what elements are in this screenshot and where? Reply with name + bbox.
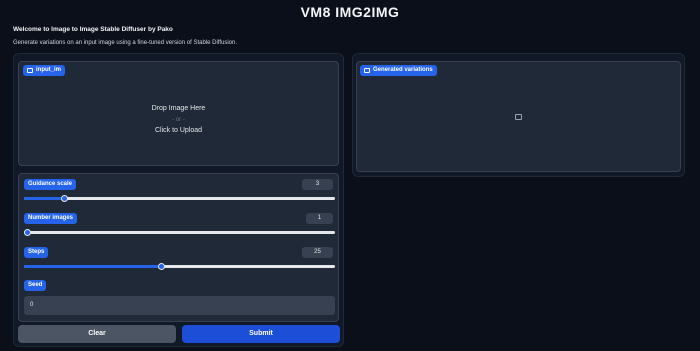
controls-box: Guidance scale 3 Number images 1 Steps 2… [18, 173, 339, 322]
number-images-value[interactable]: 1 [306, 213, 333, 224]
guidance-scale-value[interactable]: 3 [302, 179, 333, 190]
number-images-slider-thumb[interactable] [24, 229, 31, 236]
steps-slider-thumb[interactable] [157, 263, 165, 270]
guidance-scale-slider[interactable] [24, 195, 335, 202]
gallery-icon [364, 68, 370, 73]
number-images-label: Number images [24, 213, 78, 224]
image-icon [27, 68, 33, 73]
input-panel: input_im Drop Image Here - or - Click to… [13, 53, 344, 347]
output-gallery: Generated variations [356, 61, 681, 172]
image-placeholder-icon [515, 114, 522, 120]
generated-variations-label-text: Generated variations [373, 67, 433, 73]
guidance-scale-slider-fill [24, 197, 65, 200]
seed-label: Seed [24, 280, 47, 291]
guidance-scale-label: Guidance scale [24, 179, 77, 190]
guidance-scale-slider-thumb[interactable] [61, 195, 69, 202]
click-to-upload-text: Click to Upload [154, 127, 203, 134]
submit-button[interactable]: Submit [182, 325, 340, 343]
drop-image-text: Drop Image Here [151, 105, 206, 112]
upload-or-text: - or - [172, 117, 185, 123]
image-upload-dropzone[interactable]: input_im Drop Image Here - or - Click to… [18, 61, 339, 166]
steps-slider-fill [24, 265, 161, 268]
number-images-slider[interactable] [24, 229, 335, 236]
generated-variations-label: Generated variations [360, 65, 437, 76]
description-text: Generate variations on an input image us… [13, 40, 238, 46]
input-image-label-text: input_im [36, 67, 61, 73]
welcome-text: Welcome to Image to Image Stable Diffuse… [13, 26, 173, 33]
output-panel: Generated variations [352, 53, 685, 177]
steps-value[interactable]: 25 [302, 247, 333, 258]
input-image-label: input_im [23, 65, 65, 76]
clear-button[interactable]: Clear [18, 325, 176, 343]
steps-slider[interactable] [24, 263, 335, 270]
seed-input[interactable]: 0 [24, 296, 335, 315]
steps-label: Steps [24, 247, 49, 258]
page-title: VM8 IMG2IMG [300, 4, 400, 20]
